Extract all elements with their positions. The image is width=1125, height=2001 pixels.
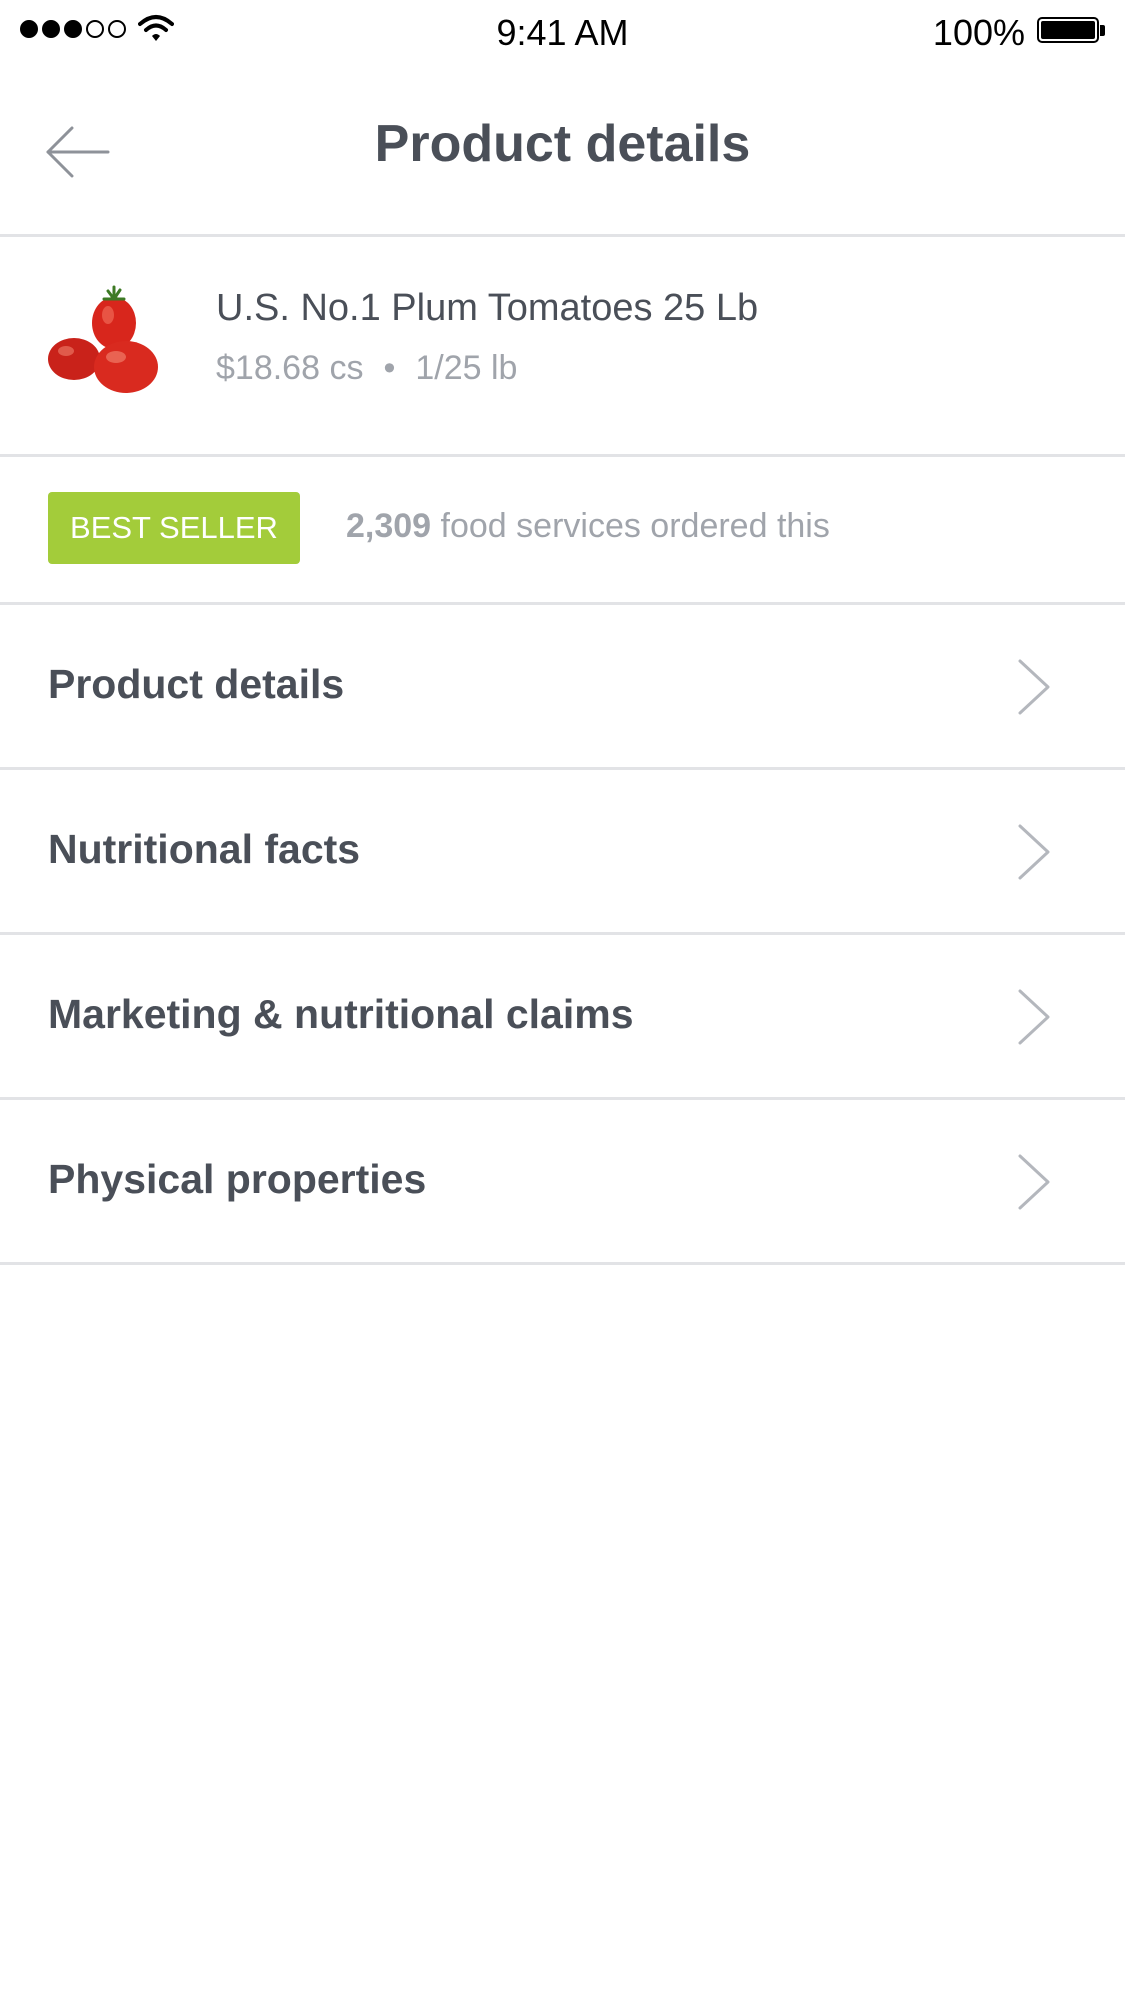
- best-seller-row: BEST SELLER 2,309 food services ordered …: [0, 457, 1125, 605]
- chevron-right-icon: [1018, 824, 1050, 880]
- menu-item-marketing-claims[interactable]: Marketing & nutritional claims: [0, 935, 1125, 1100]
- product-name: U.S. No.1 Plum Tomatoes 25 Lb: [216, 287, 759, 329]
- order-info: 2,309 food services ordered this: [346, 507, 830, 546]
- meta-separator: •: [383, 349, 396, 387]
- tomatoes-image: [48, 285, 158, 393]
- menu-item-physical-properties[interactable]: Physical properties: [0, 1100, 1125, 1265]
- menu-item-nutritional-facts[interactable]: Nutritional facts: [0, 770, 1125, 935]
- battery-icon: [1037, 17, 1107, 45]
- product-meta: $18.68 cs • 1/25 lb: [216, 349, 517, 388]
- chevron-right-icon: [1018, 659, 1050, 715]
- menu-item-label: Marketing & nutritional claims: [48, 991, 634, 1037]
- menu-item-label: Nutritional facts: [48, 826, 361, 872]
- product-price: $18.68 cs: [216, 349, 364, 387]
- chevron-right-icon: [1018, 1154, 1050, 1210]
- nav-bar: Product details: [0, 64, 1125, 237]
- best-seller-badge: BEST SELLER: [48, 492, 300, 564]
- menu-item-product-details[interactable]: Product details: [0, 605, 1125, 770]
- order-text: food services ordered this: [431, 507, 830, 545]
- detail-menu-list: Product details Nutritional facts Market…: [0, 605, 1125, 1265]
- chevron-right-icon: [1018, 989, 1050, 1045]
- menu-item-label: Product details: [48, 661, 345, 707]
- product-pack-size: 1/25 lb: [415, 349, 518, 387]
- product-summary: U.S. No.1 Plum Tomatoes 25 Lb $18.68 cs …: [0, 237, 1125, 457]
- status-bar: 9:41 AM 100%: [0, 0, 1125, 64]
- order-count: 2,309: [346, 507, 432, 545]
- battery-percent: 100%: [932, 12, 1025, 53]
- page-title: Product details: [374, 115, 751, 173]
- menu-item-label: Physical properties: [48, 1156, 427, 1202]
